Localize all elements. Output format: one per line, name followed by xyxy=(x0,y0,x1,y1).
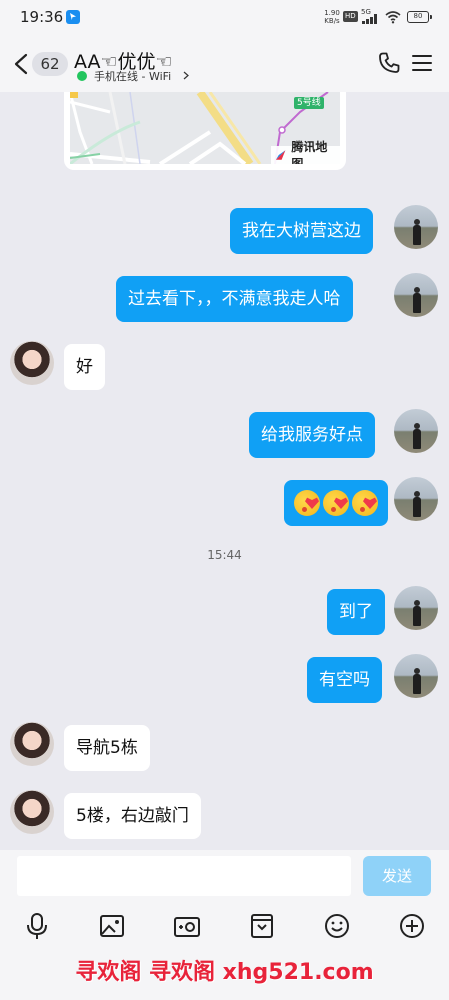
status-time: 19:36 xyxy=(20,8,64,26)
battery-level: 80 xyxy=(413,12,423,20)
network-speed-value: 1.90 xyxy=(324,9,340,17)
back-button[interactable]: 62 xyxy=(10,50,70,78)
message-input[interactable] xyxy=(17,856,351,896)
send-button[interactable]: 发送 xyxy=(363,856,431,896)
my-avatar[interactable] xyxy=(394,477,438,521)
wifi-icon xyxy=(385,11,401,24)
online-status-text[interactable]: 手机在线 - WiFi xyxy=(94,68,171,84)
camera-icon[interactable] xyxy=(173,912,201,940)
notification-app-icon xyxy=(66,10,80,24)
location-map-card[interactable]: 5号线 腾讯地图 xyxy=(64,92,346,170)
message-bubble-outgoing[interactable]: 我在大树营这边 xyxy=(230,208,373,254)
message-bubble-outgoing[interactable]: 到了 xyxy=(327,589,385,635)
microphone-icon[interactable] xyxy=(23,912,51,940)
my-avatar[interactable] xyxy=(394,409,438,453)
message-input-bar: 发送 xyxy=(0,850,449,902)
emoji-icon[interactable] xyxy=(323,912,351,940)
chat-header: 62 AA☜优优☜ 手机在线 - WiFi xyxy=(0,34,449,92)
signal-icon xyxy=(362,14,380,24)
kissing-heart-emoji-icon xyxy=(352,490,378,516)
network-speed-unit: KB/s xyxy=(324,17,340,25)
message-timestamp: 15:44 xyxy=(207,548,242,562)
battery-icon: 80 xyxy=(407,11,432,23)
kissing-heart-emoji-icon xyxy=(294,490,320,516)
chevron-left-icon xyxy=(14,53,28,75)
watermark-text: 寻欢阁 寻欢阁 xhg521.com xyxy=(75,960,374,985)
message-bubble-incoming[interactable]: 5楼，右边敲门 xyxy=(64,793,201,839)
unread-count-badge: 62 xyxy=(32,52,68,76)
file-icon[interactable] xyxy=(248,912,276,940)
network-speed: 1.90 KB/s xyxy=(323,9,341,25)
kissing-heart-emoji-icon xyxy=(323,490,349,516)
my-avatar[interactable] xyxy=(394,273,438,317)
contact-avatar[interactable] xyxy=(10,790,54,834)
plus-icon[interactable] xyxy=(398,912,426,940)
tencent-map-icon xyxy=(275,150,286,160)
message-bubble-outgoing-emoji[interactable] xyxy=(284,480,388,526)
message-bubble-outgoing[interactable]: 给我服务好点 xyxy=(249,412,375,458)
map-view[interactable]: 5号线 腾讯地图 xyxy=(70,92,340,164)
message-bubble-incoming[interactable]: 好 xyxy=(64,344,105,390)
hd-icon: HD xyxy=(343,11,358,22)
map-provider-text: 腾讯地图 xyxy=(291,140,328,164)
map-provider-logo: 腾讯地图 xyxy=(271,140,340,164)
phone-icon[interactable] xyxy=(377,51,401,75)
online-status-dot xyxy=(77,71,87,81)
message-bubble-outgoing[interactable]: 有空吗 xyxy=(307,657,382,703)
menu-button[interactable] xyxy=(412,53,432,73)
image-icon[interactable] xyxy=(98,912,126,940)
contact-avatar[interactable] xyxy=(10,341,54,385)
chat-toolbar xyxy=(0,902,449,950)
status-bar: 19:36 1.90 KB/s HD 5G 80 xyxy=(0,0,449,34)
my-avatar[interactable] xyxy=(394,654,438,698)
my-avatar[interactable] xyxy=(394,586,438,630)
contact-avatar[interactable] xyxy=(10,722,54,766)
my-avatar[interactable] xyxy=(394,205,438,249)
message-bubble-outgoing[interactable]: 过去看下，，不满意我走人哈 xyxy=(116,276,353,322)
message-bubble-incoming[interactable]: 导航5栋 xyxy=(64,725,150,771)
chevron-right-icon xyxy=(183,71,189,80)
metro-line-label: 5号线 xyxy=(294,97,324,109)
